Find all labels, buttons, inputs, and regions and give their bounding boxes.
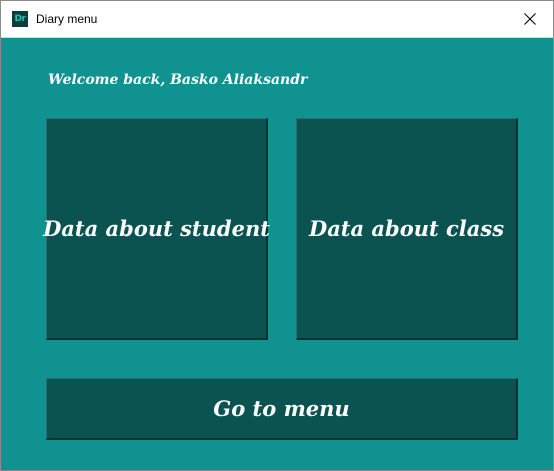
- close-button[interactable]: [507, 1, 553, 37]
- go-to-menu-button[interactable]: Go to menu: [46, 378, 518, 440]
- welcome-message: Welcome back, Basko Aliaksandr: [48, 72, 308, 88]
- diary-menu-window: Dr Diary menu Welcome back, Basko Aliaks…: [0, 0, 554, 471]
- close-icon: [524, 13, 536, 25]
- window-title: Diary menu: [36, 12, 98, 26]
- data-about-class-button[interactable]: Data about class: [296, 118, 518, 340]
- title-bar[interactable]: Dr Diary menu: [1, 1, 553, 38]
- data-about-student-label: Data about student: [43, 216, 270, 241]
- data-about-student-button[interactable]: Data about student: [43, 118, 270, 340]
- app-icon: Dr: [12, 11, 28, 27]
- go-to-menu-label: Go to menu: [213, 396, 350, 421]
- data-about-class-label: Data about class: [308, 216, 505, 241]
